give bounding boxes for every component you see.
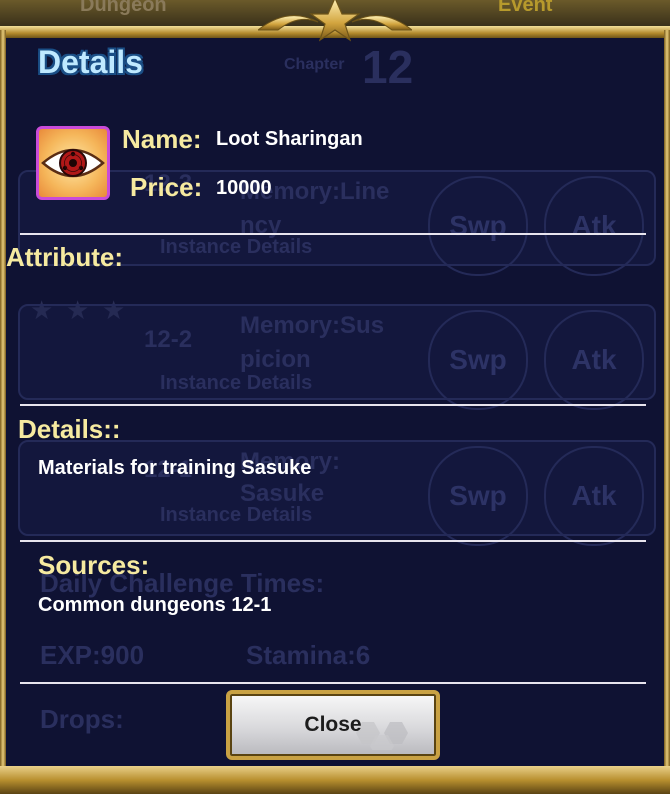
divider xyxy=(20,540,646,542)
background-instance-details: Instance Details xyxy=(160,372,313,394)
frame-bottom-border xyxy=(0,766,670,794)
item-price-value: 10000 xyxy=(216,177,272,199)
item-name-value: Loot Sharingan xyxy=(216,128,363,150)
background-drops: Drops: xyxy=(40,704,124,734)
divider xyxy=(20,404,646,406)
background-stage-number: 12-2 xyxy=(144,326,193,353)
sources-label: Sources: xyxy=(38,550,150,580)
sources-value: Common dungeons 12-1 xyxy=(38,594,272,616)
background-instance-details: Instance Details xyxy=(160,236,313,258)
background-attack-button: Atk xyxy=(544,310,644,410)
background-stamina: Stamina:6 xyxy=(246,640,371,670)
dialog-title: Details xyxy=(38,44,143,80)
details-value: Materials for training Sasuke xyxy=(38,457,312,479)
sharingan-eye-icon xyxy=(36,126,110,200)
attribute-label: Attribute: xyxy=(6,242,123,272)
background-stage-title-2: picion xyxy=(240,346,311,373)
close-button-label: Close xyxy=(304,713,362,736)
item-name-label: Name: xyxy=(122,124,202,154)
background-attack-button: Atk xyxy=(544,446,644,546)
details-label: Details:: xyxy=(18,414,121,444)
background-chapter-number: 12 xyxy=(362,41,414,93)
background-stage-title: Memory:Sus xyxy=(240,312,385,339)
background-tab-dungeon: Dungeon xyxy=(80,0,167,16)
background-tab-event: Event xyxy=(498,0,553,16)
background-attack-button: Atk xyxy=(544,176,644,276)
background-chapter-label: Chapter xyxy=(284,56,345,73)
divider xyxy=(20,233,646,235)
frame-left-border xyxy=(0,30,6,770)
close-button[interactable]: Close xyxy=(226,690,440,760)
star-crest-icon xyxy=(258,0,412,42)
item-price-label: Price: xyxy=(130,172,203,202)
divider xyxy=(20,682,646,684)
background-sweep-button: Swp xyxy=(428,446,528,546)
background-sweep-button: Swp xyxy=(428,310,528,410)
background-sweep-button: Swp xyxy=(428,176,528,276)
background-exp: EXP:900 xyxy=(40,640,145,670)
background-game-screen: Dungeon Event Chapter 12 12-3 Memory:Lin… xyxy=(0,0,670,794)
frame-right-border xyxy=(664,30,670,770)
background-instance-details: Instance Details xyxy=(160,504,313,526)
